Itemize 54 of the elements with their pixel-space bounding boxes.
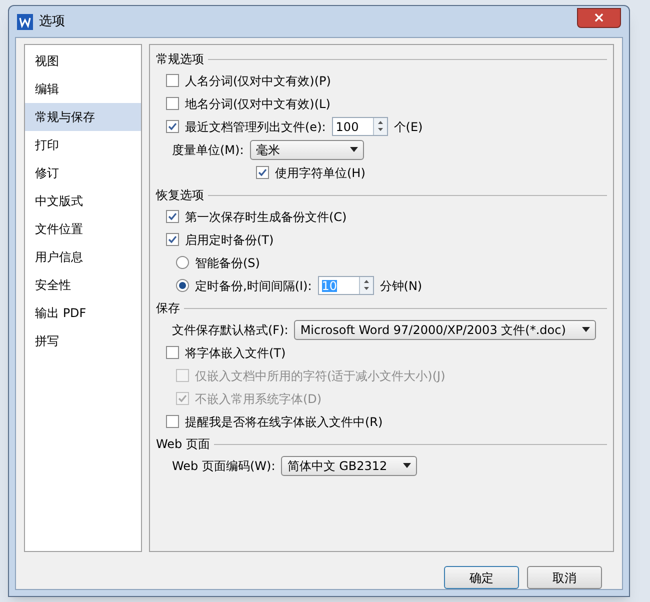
sidebar-item[interactable]: 视图 (25, 47, 141, 75)
checkbox[interactable] (166, 120, 179, 133)
checkbox-label: 将字体嵌入文件(T) (185, 344, 286, 362)
sidebar-item[interactable]: 修订 (25, 159, 141, 187)
checkbox-label: 启用定时备份(T) (185, 232, 274, 248)
dropdown-arrow-icon (403, 463, 412, 468)
close-button[interactable]: × (577, 8, 621, 28)
sidebar-item[interactable]: 中文版式 (25, 187, 141, 215)
ok-button[interactable]: 确定 (444, 566, 519, 589)
unit-label: 分钟(N) (380, 278, 422, 294)
dropdown[interactable]: 简体中文 GB2312 (281, 456, 418, 476)
sidebar-item[interactable]: 安全性 (25, 271, 141, 299)
dropdown-arrow-icon (350, 147, 358, 152)
field-label: Web 页面编码(W): (172, 458, 276, 474)
dropdown[interactable]: Microsoft Word 97/2000/XP/2003 文件(*.doc) (294, 320, 596, 340)
window-title: 选项 (39, 12, 65, 31)
section-heading: Web 页面 (156, 436, 210, 453)
checkbox-label: 第一次保存时生成备份文件(C) (185, 208, 347, 226)
checkbox-label: 最近文档管理列出文件(e): (185, 118, 326, 136)
sidebar-item[interactable]: 输出 PDF (25, 299, 141, 327)
checkbox-label: 仅嵌入文档中所用的字符(适于减小文件大小)(J) (195, 368, 446, 384)
checkbox[interactable] (256, 166, 269, 179)
section-heading: 常规选项 (156, 51, 204, 68)
checkbox[interactable] (166, 210, 179, 223)
dropdown-arrow-icon (582, 327, 590, 332)
radio-button[interactable] (176, 256, 189, 269)
dropdown[interactable]: 毫米 (250, 140, 364, 160)
sidebar-item[interactable]: 拼写 (25, 327, 141, 355)
sidebar-item[interactable]: 用户信息 (25, 243, 141, 271)
cancel-button[interactable]: 取消 (527, 566, 602, 589)
sidebar-item[interactable]: 常规与保存 (25, 103, 141, 131)
radio-button[interactable] (176, 279, 189, 292)
checkbox[interactable] (166, 97, 179, 110)
checkbox-label: 提醒我是否将在线字体嵌入文件中(R) (185, 414, 383, 430)
sidebar-item[interactable]: 编辑 (25, 75, 141, 103)
radio-label: 智能备份(S) (195, 254, 260, 272)
unit-label: 个(E) (394, 118, 423, 136)
checkbox-label: 使用字符单位(H) (275, 164, 366, 182)
section-heading: 保存 (156, 300, 180, 317)
checkbox[interactable] (166, 233, 179, 246)
checkbox-label: 地名分词(仅对中文有效)(L) (185, 96, 330, 112)
app-logo-icon (17, 14, 33, 30)
field-label: 度量单位(M): (172, 142, 244, 158)
spin-field[interactable]: 100 (332, 117, 388, 136)
checkbox[interactable] (166, 346, 179, 359)
checkbox-label: 不嵌入常用系统字体(D) (195, 390, 322, 408)
checkbox[interactable] (166, 74, 179, 87)
section-heading: 恢复选项 (156, 187, 204, 204)
sidebar-item[interactable]: 打印 (25, 131, 141, 159)
field-label: 文件保存默认格式(F): (172, 322, 288, 338)
checkbox-label: 人名分词(仅对中文有效)(P) (185, 72, 331, 90)
checkbox[interactable] (166, 415, 179, 428)
radio-label: 定时备份,时间间隔(I): (195, 278, 312, 294)
sidebar-item[interactable]: 文件位置 (25, 215, 141, 243)
